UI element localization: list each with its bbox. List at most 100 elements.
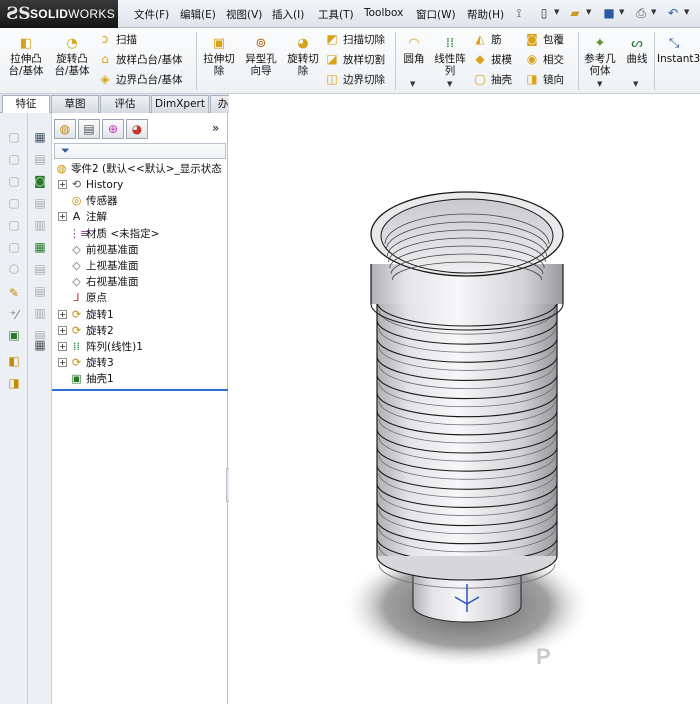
filter-icon[interactable]: ⏷ — [61, 144, 70, 158]
bellows-model[interactable] — [229, 94, 700, 704]
save-icon[interactable]: ■ — [600, 5, 618, 22]
revolve-cut-button[interactable]: ◕ 旋转切除 — [284, 36, 322, 77]
wrap-button[interactable]: ◙ 包覆 — [524, 31, 564, 47]
grid-icon[interactable]: ▥ — [32, 217, 48, 233]
feature-tree-item[interactable]: ◎ 传感器 — [58, 193, 118, 209]
menu-insert[interactable]: 插入(I) — [272, 7, 304, 22]
tab-evaluate[interactable]: 评估 — [100, 95, 150, 113]
property-manager-tab-icon[interactable]: ▤ — [78, 119, 100, 139]
draft-button[interactable]: ◆ 拔模 — [472, 51, 512, 67]
grid-icon[interactable]: ▥ — [32, 305, 48, 321]
cube-icon[interactable]: ▢ — [6, 217, 22, 233]
configuration-tab-icon[interactable]: ⊕ — [102, 119, 124, 139]
pin-icon[interactable]: ⟟ — [510, 5, 528, 22]
new-document-icon[interactable]: ▯ — [535, 5, 553, 22]
menu-window[interactable]: 窗口(W) — [416, 7, 456, 22]
cube-icon[interactable]: ▢ — [6, 151, 22, 167]
grid-icon[interactable]: ▤ — [32, 283, 48, 299]
feature-filter-bar[interactable]: ⏷ — [54, 143, 226, 159]
hole-wizard-button[interactable]: ⊚ 异型孔向导 — [242, 36, 280, 77]
loft-boss-button[interactable]: ⌂ 放样凸台/基体 — [97, 51, 182, 67]
feature-tree-item[interactable]: + A 注解 — [58, 209, 107, 225]
curves-button[interactable]: ᔕ 曲线 — [622, 36, 652, 65]
assembly-icon[interactable]: ▦ — [32, 239, 48, 255]
chevron-down-icon[interactable]: ▼ — [633, 80, 638, 88]
chevron-down-icon[interactable]: ▼ — [619, 8, 624, 16]
loft-cut-button[interactable]: ◪ 放样切割 — [324, 51, 385, 67]
graphics-viewport[interactable] — [229, 94, 700, 704]
cube-icon[interactable]: ▢ — [6, 195, 22, 211]
tab-features[interactable]: 特征 — [2, 95, 50, 114]
cube-icon[interactable]: ▢ — [6, 129, 22, 145]
shell-button[interactable]: ▢ 抽壳 — [472, 71, 512, 87]
fillet-button[interactable]: ◠ 圆角 — [399, 36, 429, 65]
menu-help[interactable]: 帮助(H) — [467, 7, 504, 22]
print-icon[interactable]: ⎙ — [632, 5, 650, 22]
feature-tree-item[interactable]: ◇ 右视基准面 — [58, 274, 138, 290]
expand-icon[interactable]: + — [58, 212, 67, 222]
boundary-cut-button[interactable]: ◫ 边界切除 — [324, 71, 385, 87]
table-icon[interactable]: ▦ — [32, 129, 48, 145]
cube-icon[interactable]: ▢ — [6, 239, 22, 255]
open-folder-icon[interactable]: ▰ — [566, 5, 584, 22]
grid-icon[interactable]: ▤ — [32, 261, 48, 277]
expand-arrows-icon[interactable]: » — [212, 121, 219, 135]
relations-icon[interactable]: ▣ — [6, 327, 22, 343]
revolve-boss-button[interactable]: ◔ 旋转凸台/基体 — [52, 36, 92, 77]
chevron-down-icon[interactable]: ▼ — [410, 80, 415, 88]
solidworks-logo[interactable]: ƧS SOLIDWORKS — [0, 0, 118, 28]
menu-view[interactable]: 视图(V) — [226, 7, 262, 22]
chevron-down-icon[interactable]: ▼ — [597, 80, 602, 88]
feature-tree-item[interactable]: + ⟳ 旋转1 — [58, 307, 114, 323]
feature-tree-item[interactable]: + ⟳ 旋转3 — [58, 355, 114, 371]
feature-tree-tab-icon[interactable]: ◍ — [54, 119, 76, 139]
display-manager-tab-icon[interactable]: ◕ — [126, 119, 148, 139]
feature-tree-item[interactable]: ◇ 上视基准面 — [58, 258, 138, 274]
undo-icon[interactable]: ↶ — [664, 5, 682, 22]
sketch-pencil-icon[interactable]: ✎ — [6, 285, 22, 301]
boundary-boss-button[interactable]: ◈ 边界凸台/基体 — [97, 71, 182, 87]
menu-file[interactable]: 文件(F) — [134, 7, 169, 22]
sweep-button[interactable]: ↄ 扫描 — [97, 31, 137, 47]
feature-tree-item[interactable]: ◇ 前视基准面 — [58, 242, 138, 258]
feature-icon[interactable]: ◨ — [6, 375, 22, 391]
chevron-down-icon[interactable]: ▼ — [684, 8, 689, 16]
feature-tree-item[interactable]: + ⟳ 旋转2 — [58, 323, 114, 339]
grid-icon[interactable]: ▤ — [32, 195, 48, 211]
menu-tools[interactable]: 工具(T) — [318, 7, 354, 22]
mirror-button[interactable]: ◨ 镜向 — [524, 71, 564, 87]
linear-pattern-button[interactable]: ⁞⁞ 线性阵列 — [431, 36, 469, 77]
tree-rollback-bar[interactable] — [52, 389, 228, 391]
instant3d-button[interactable]: ⤡ Instant3D — [657, 36, 700, 65]
menu-edit[interactable]: 编辑(E) — [180, 7, 216, 22]
expand-icon[interactable]: + — [58, 180, 67, 189]
chevron-down-icon[interactable]: ▼ — [651, 8, 656, 16]
reference-geometry-button[interactable]: ✦ 参考几何体 — [582, 36, 618, 77]
feature-tree-item[interactable]: + ⟲ History — [58, 177, 123, 193]
expand-icon[interactable]: + — [58, 325, 67, 335]
feature-tree-item[interactable]: ⋮≡材质 <未指定> — [58, 226, 159, 242]
chevron-down-icon[interactable]: ▼ — [586, 8, 591, 16]
feature-tree-item[interactable]: ⅃ 原点 — [58, 290, 107, 306]
tree-root-part[interactable]: ◍ 零件2 (默认<<默认>_显示状态 — [54, 161, 222, 177]
grid-icon[interactable]: ▤ — [32, 151, 48, 167]
chevron-down-icon[interactable]: ▼ — [554, 8, 559, 16]
part-icon[interactable]: ◙ — [32, 173, 48, 189]
feature-icon[interactable]: ◧ — [6, 353, 22, 369]
rib-button[interactable]: ◭ 筋 — [472, 31, 501, 47]
expand-icon[interactable]: + — [58, 358, 67, 368]
feature-tree-item[interactable]: ▣ 抽壳1 — [58, 371, 113, 387]
cube-icon[interactable]: ▢ — [6, 173, 22, 189]
extrude-boss-button[interactable]: ◧ 拉伸凸台/基体 — [6, 36, 46, 77]
smart-dimension-icon[interactable]: ⁺⁄ — [6, 307, 22, 323]
sweep-cut-button[interactable]: ◩ 扫描切除 — [324, 31, 385, 47]
bellows-body[interactable] — [370, 191, 564, 623]
feature-tree-item[interactable]: + ⁞⁞ 阵列(线性)1 — [58, 339, 143, 355]
intersect-button[interactable]: ◉ 相交 — [524, 51, 564, 67]
table-icon[interactable]: ▦ — [32, 337, 48, 353]
extrude-cut-button[interactable]: ▣ 拉伸切除 — [200, 36, 238, 77]
cylinder-icon[interactable]: ⬡ — [6, 261, 22, 277]
tab-sketch[interactable]: 草图 — [51, 95, 99, 113]
chevron-down-icon[interactable]: ▼ — [447, 80, 452, 88]
tab-dimxpert[interactable]: DimXpert — [151, 95, 209, 113]
